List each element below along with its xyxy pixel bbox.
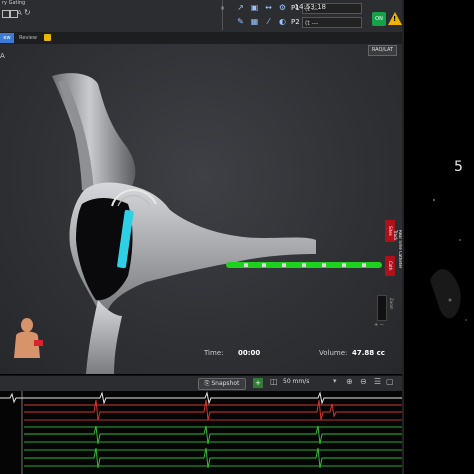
auto-icon[interactable]: A: [17, 9, 22, 17]
zoom-label: Zoom: [389, 298, 394, 310]
tab-live-view[interactable]: ew: [0, 33, 14, 43]
volume-value: 47.88 cc: [352, 349, 385, 357]
toolbar-divider: [222, 0, 223, 30]
view-tab-row: [0, 32, 402, 44]
zoom-in-icon[interactable]: ⊕: [346, 377, 353, 386]
split-view-icon[interactable]: ◫: [270, 377, 278, 386]
clock-readout: 14:53:18: [294, 3, 326, 11]
refresh-icon[interactable]: ↻: [24, 8, 31, 17]
camera-icon[interactable]: [2, 10, 10, 18]
on-status-badge[interactable]: ON: [372, 12, 386, 26]
lock-icon[interactable]: [44, 34, 51, 41]
p2-label: P2: [291, 18, 300, 26]
volume-label: Volume:: [319, 349, 348, 357]
warning-glyph: !: [393, 15, 397, 23]
sweep-speed-select[interactable]: 50 mm/s: [283, 378, 309, 385]
cath-tab[interactable]: Cath: [385, 256, 395, 276]
p2-field[interactable]: (t ---: [302, 17, 362, 28]
tool-group-label: ≡: [219, 6, 225, 11]
panel-divider: [402, 0, 404, 474]
palette-icon[interactable]: ◐: [277, 17, 288, 26]
ecg-trace-6: [24, 425, 402, 445]
time-value: 00:00: [238, 349, 261, 357]
ecg-trace-3: [24, 399, 402, 421]
pencil-icon[interactable]: ✎: [235, 17, 246, 26]
orientation-figure: [14, 318, 43, 358]
grid-icon[interactable]: ▦: [249, 17, 260, 26]
link-icon[interactable]: ↔: [263, 3, 274, 12]
zoom-reset-icon[interactable]: + −: [374, 322, 384, 328]
snapshot-button[interactable]: ⎘ Snapshot: [198, 378, 246, 390]
lower-vessel: [86, 300, 122, 374]
depth-marker: 5: [454, 159, 463, 175]
layers-icon[interactable]: ▣: [249, 3, 260, 12]
warning-icon[interactable]: !: [388, 12, 402, 25]
anatomy-render[interactable]: [0, 44, 402, 374]
pin-icon[interactable]: ↗: [235, 3, 246, 12]
gating-label: ry Gating: [2, 0, 26, 6]
channels-icon[interactable]: ☰: [374, 377, 381, 386]
zoom-out-icon[interactable]: ⊖: [360, 377, 367, 386]
top-toolbar: ry Gating A ↻ ≡ ↗ ▣ ↔ ⚙ ✎ ▦ ⁄ ◐ P1 (t --…: [0, 0, 402, 33]
ecg-trace-1: [0, 391, 402, 405]
expand-icon[interactable]: ▢: [386, 377, 394, 386]
snapshot-label: Snapshot: [211, 380, 240, 387]
add-marker-icon[interactable]: +: [253, 378, 263, 388]
tab-review[interactable]: Review: [16, 33, 40, 43]
settings-icon[interactable]: ⚙: [277, 3, 288, 12]
brush-icon[interactable]: ⁄: [263, 17, 274, 26]
ecg-traces[interactable]: [0, 391, 402, 474]
ecg-trace-9: [24, 447, 402, 469]
ultrasound-speckle: [430, 199, 467, 321]
time-label: Time:: [204, 349, 224, 357]
chevron-down-icon[interactable]: ▾: [333, 377, 337, 385]
